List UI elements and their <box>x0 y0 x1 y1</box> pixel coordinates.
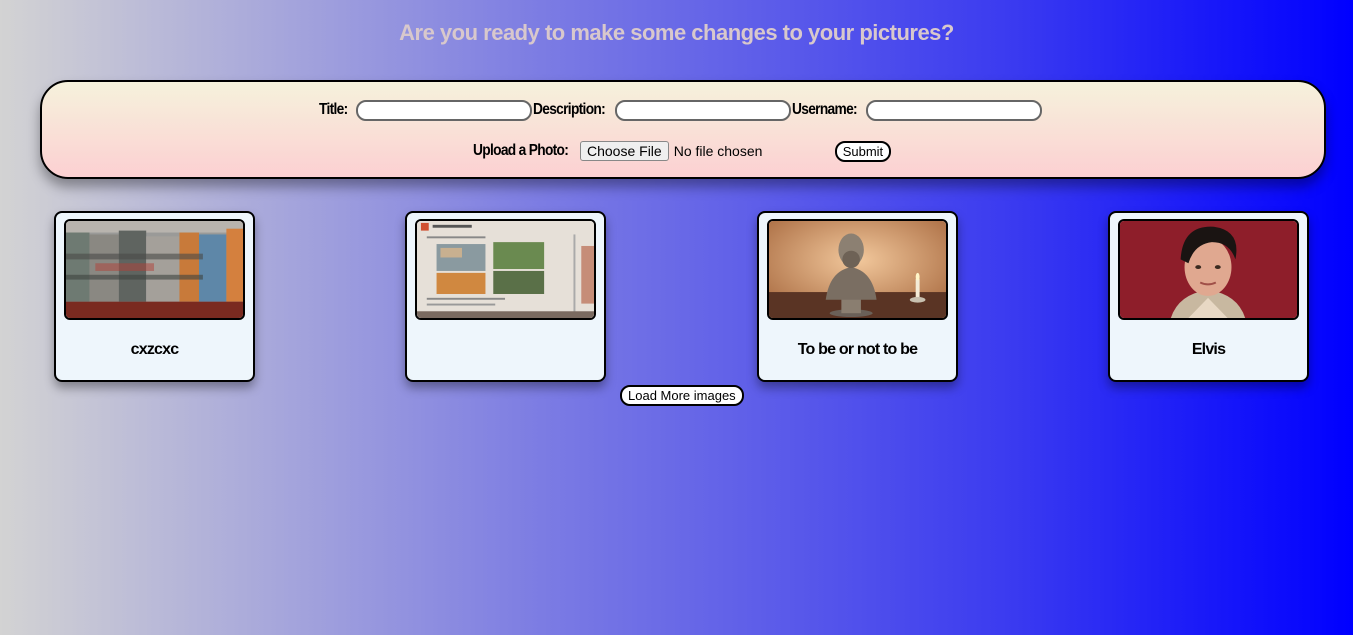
choose-file-button[interactable]: Choose File <box>580 141 669 161</box>
upload-form: Title: Description: Username: Upload a P… <box>40 80 1326 179</box>
card-image-textbook-page[interactable] <box>415 219 596 320</box>
title-label: Title: <box>319 101 348 118</box>
form-row-text-fields: Title: Description: Username: <box>319 99 1043 121</box>
gallery-card[interactable]: Elvis <box>1108 211 1309 382</box>
page-heading: Are you ready to make some changes to yo… <box>399 20 954 45</box>
description-label: Description: <box>533 101 606 118</box>
card-image-blurred-shelf[interactable] <box>64 219 245 320</box>
description-input[interactable] <box>615 99 791 121</box>
gallery-card[interactable]: To be or not to be <box>757 211 958 382</box>
form-row-upload: Upload a Photo: Choose File No file chos… <box>473 140 892 162</box>
gallery-card[interactable] <box>405 211 606 382</box>
card-title: To be or not to be <box>797 341 918 358</box>
gallery-card[interactable]: cxzcxc <box>54 211 255 382</box>
card-image-shakespeare-bust[interactable] <box>767 219 948 320</box>
upload-photo-label: Upload a Photo: <box>473 142 569 159</box>
load-more-button[interactable]: Load More images <box>620 385 744 406</box>
card-title: Elvis <box>1191 341 1226 358</box>
blurred-shelf-photo <box>66 221 243 318</box>
title-input[interactable] <box>356 99 532 121</box>
submit-button[interactable]: Submit <box>834 140 892 162</box>
username-input[interactable] <box>866 99 1042 121</box>
shakespeare-bust-photo <box>769 221 946 318</box>
textbook-page-photo <box>417 221 594 318</box>
card-title: cxzcxc <box>130 341 180 358</box>
username-label: Username: <box>792 101 858 118</box>
card-image-elvis-portrait[interactable] <box>1118 219 1299 320</box>
elvis-portrait-photo <box>1120 221 1297 318</box>
file-status-text: No file chosen <box>673 143 763 159</box>
